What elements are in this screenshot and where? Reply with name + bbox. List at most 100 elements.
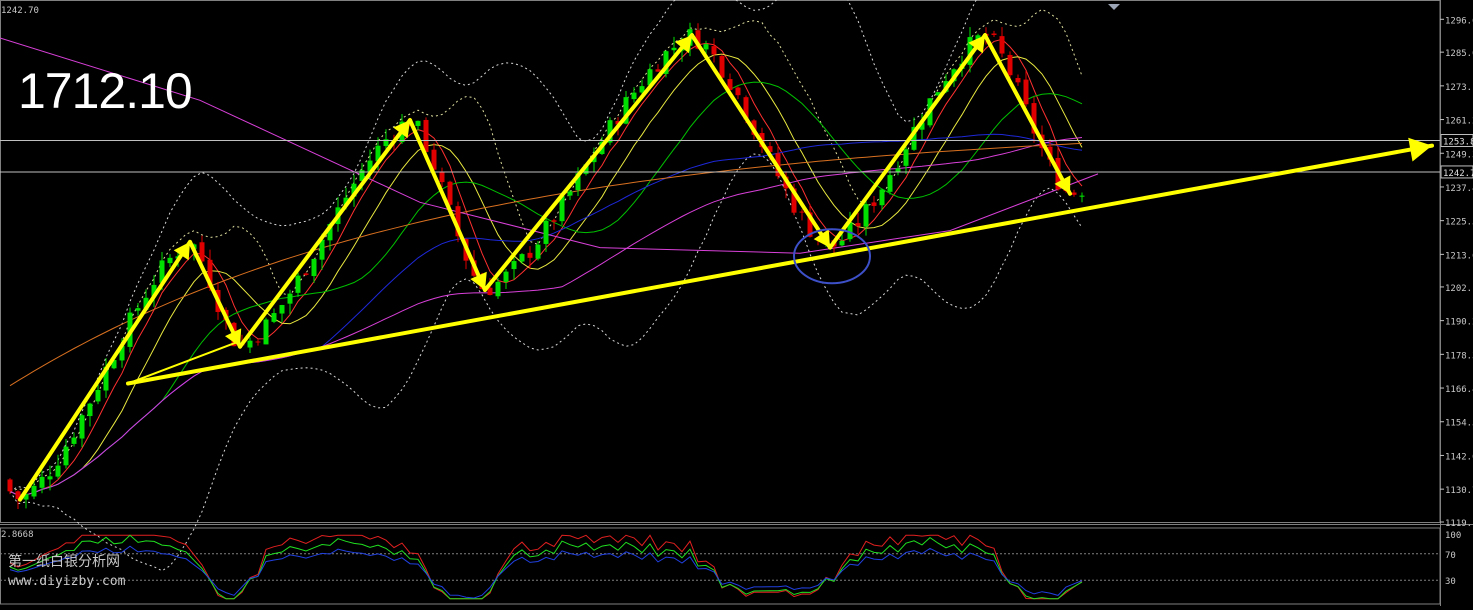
candle-body (991, 33, 997, 35)
candle-body (543, 220, 549, 244)
candle-body (279, 305, 285, 314)
candle-body (167, 257, 173, 264)
watermark: 第一纸白银分析网 www.diyizby.com (8, 552, 125, 592)
y-tick-label: 1154.5 (1445, 419, 1473, 429)
candle-body (31, 485, 37, 497)
candle-body (503, 271, 509, 282)
candle-body (799, 211, 805, 213)
y-tick-label: 1273.1 (1445, 83, 1473, 93)
candle-body (1079, 195, 1085, 197)
candle-body (303, 273, 309, 275)
indicator-tick-label: 30 (1445, 577, 1456, 587)
candle-body (519, 254, 525, 262)
candle-body (255, 341, 261, 343)
zigzag-arrow (828, 33, 987, 250)
candle-body (655, 69, 661, 72)
candle-body (87, 403, 93, 417)
candle-body (439, 171, 445, 183)
candle-body (535, 244, 541, 259)
candle-body (47, 476, 53, 480)
indicator-tick-label: 100 (1445, 531, 1461, 541)
watermark-title: 第一纸白银分析网 (8, 554, 120, 570)
candle-body (735, 87, 741, 96)
y-tick-label: 1261.2 (1445, 117, 1473, 127)
candle-body (1023, 79, 1029, 105)
indicator-value-label: 2.8668 (1, 530, 34, 540)
candle-body (495, 281, 501, 297)
candle-body (1015, 78, 1021, 83)
candle-body (887, 175, 893, 192)
trendline-arrow (126, 143, 1434, 386)
candle-body (263, 319, 269, 345)
candle-body (511, 261, 517, 270)
candle-body (839, 240, 845, 246)
candle-body (423, 119, 429, 153)
candle-body (55, 465, 61, 477)
candle-body (551, 220, 557, 222)
price-chart: 1253.8 1242.7 1296.6 1285.0 1273.1 1261.2 1249… (0, 0, 1473, 606)
y-tick-label: 1249.3 (1445, 150, 1473, 160)
headline-price: 1712.10 (18, 63, 193, 119)
zigzag-arrow (188, 239, 242, 349)
y-tick-label: 1166.4 (1445, 385, 1473, 395)
indicator-line-b (9, 534, 1083, 600)
indicator-tick-label: 70 (1445, 551, 1456, 561)
candle-body (247, 340, 253, 348)
candle-body (703, 44, 709, 50)
zigzag-arrow (18, 239, 192, 502)
candle-body (199, 242, 205, 262)
y-tick-label: 1142.6 (1445, 452, 1473, 462)
candle-body (567, 191, 573, 196)
y-tick-label: 1296.6 (1445, 16, 1473, 26)
ma-40-line (9, 133, 1083, 496)
candle-body (287, 293, 293, 304)
candle-body (95, 389, 101, 402)
y-tick-label: 1130.7 (1445, 486, 1473, 496)
candle-body (863, 204, 869, 227)
zigzag-arrow (690, 33, 832, 250)
zigzag-arrow (238, 118, 412, 349)
candle-body (7, 479, 13, 492)
y-tick-label: 1237.4 (1445, 184, 1473, 194)
candle-body (631, 92, 637, 100)
candle-body (1007, 54, 1013, 76)
candle-body (999, 36, 1005, 54)
candle-body (271, 313, 277, 322)
candle-body (311, 258, 317, 277)
zigzag-arrow (983, 33, 1072, 196)
candle-body (855, 223, 861, 227)
y-tick-label: 1213.6 (1445, 251, 1473, 261)
trendline-thin (127, 340, 241, 385)
price-tag-label-1: 1242.7 (1443, 169, 1473, 179)
candle-body (719, 55, 725, 78)
trendline-arrow-head (1408, 137, 1432, 162)
y-tick-label: 1225.5 (1445, 218, 1473, 228)
y-tick-label: 1285.0 (1445, 49, 1473, 59)
y-tick-label: 1119.1 (1445, 519, 1473, 529)
candle-body (39, 476, 45, 488)
candle-body (79, 415, 85, 439)
candle-body (447, 181, 453, 205)
candle-body (295, 275, 301, 293)
y-tick-label: 1190.2 (1445, 318, 1473, 328)
y-tick-label: 1202.1 (1445, 284, 1473, 294)
corner-price-label: 1242.70 (1, 6, 39, 16)
zigzag-arrow (408, 118, 487, 293)
candle-body (879, 189, 885, 206)
shift-marker-icon (1108, 4, 1120, 10)
candle-body (527, 252, 533, 258)
candle-body (71, 437, 77, 444)
candle-body (1071, 192, 1077, 195)
y-tick-label: 1178.3 (1445, 351, 1473, 361)
zigzag-arrow (483, 33, 694, 293)
chart-window: 1253.8 1242.7 1296.6 1285.0 1273.1 1261.2 1249… (0, 0, 1473, 606)
candle-body (711, 46, 717, 55)
watermark-url: www.diyizby.com (8, 574, 126, 589)
candle-body (415, 120, 421, 126)
candle-body (135, 308, 141, 311)
candle-body (63, 446, 69, 466)
price-tag-label-0: 1253.8 (1443, 138, 1473, 148)
candle-body (671, 47, 677, 51)
candle-body (871, 202, 877, 206)
candle-body (903, 149, 909, 166)
